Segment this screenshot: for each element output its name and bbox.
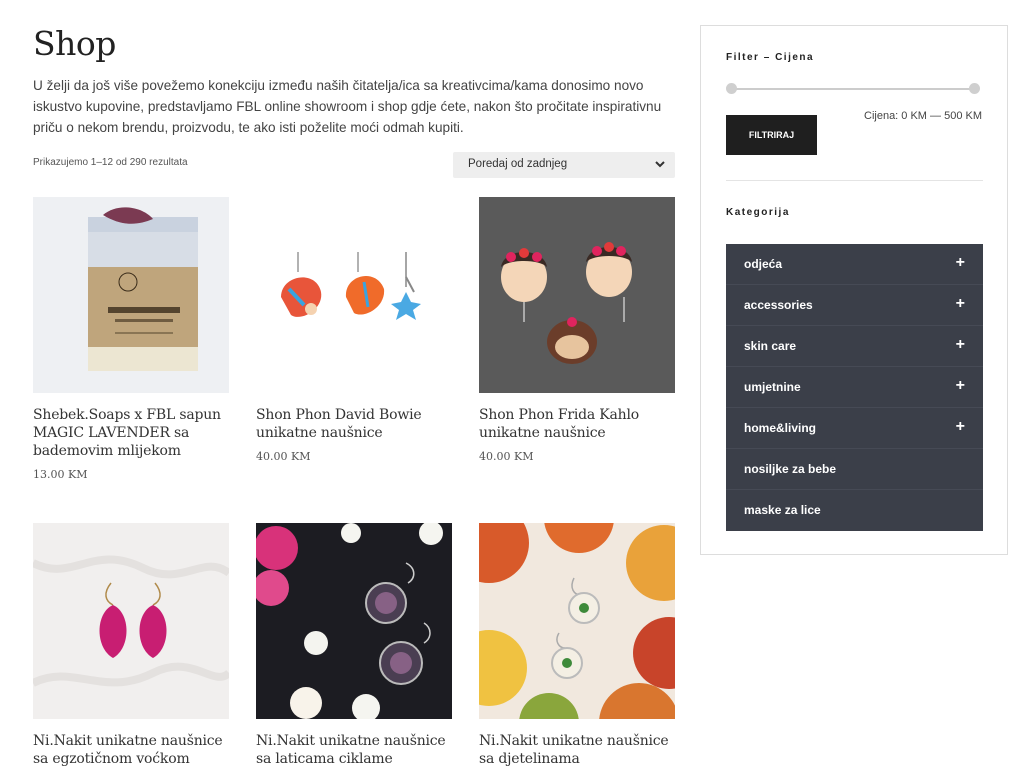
shop-sidebar: Filter – Cijena FILTRIRAJ Cijena: 0 KM —…: [700, 25, 1008, 555]
shop-intro-text: U želji da još više povežemo konekciju i…: [33, 78, 662, 135]
category-list: odjeća + accessories + skin care + umjet…: [726, 244, 983, 531]
frida-earrings-image[interactable]: [479, 197, 675, 393]
product-name[interactable]: Ni.Nakit unikatne naušnice sa djetelinam…: [479, 732, 675, 768]
category-item-odjeca[interactable]: odjeća +: [726, 244, 983, 285]
expand-plus-icon[interactable]: +: [956, 378, 965, 394]
category-item-nosiljke[interactable]: nosiljke za bebe: [726, 449, 983, 490]
chevron-down-icon: [655, 161, 665, 168]
product-card[interactable]: Ni.Nakit unikatne naušnice sa laticama c…: [256, 523, 452, 768]
category-item-skin-care[interactable]: skin care +: [726, 326, 983, 367]
expand-plus-icon[interactable]: +: [956, 296, 965, 312]
bowie-earrings-image[interactable]: [256, 197, 452, 393]
shop-toolbar: Prikazujemo 1–12 od 290 rezultata Poreda…: [33, 152, 675, 178]
filter-button[interactable]: FILTRIRAJ: [726, 115, 817, 155]
ordering-selected-value: Poredaj od zadnjeg: [468, 158, 568, 170]
fruit-earrings-image[interactable]: [33, 523, 229, 719]
petal-earrings-image[interactable]: [256, 523, 452, 719]
product-card[interactable]: Ni.Nakit unikatne naušnice sa djetelinam…: [479, 523, 675, 768]
category-item-home-living[interactable]: home&living +: [726, 408, 983, 449]
product-card[interactable]: Shon Phon Frida Kahlo unikatne naušnice …: [479, 197, 675, 463]
expand-plus-icon[interactable]: +: [956, 255, 965, 271]
product-name[interactable]: Ni.Nakit unikatne naušnice sa laticama c…: [256, 732, 452, 768]
product-card[interactable]: Shon Phon David Bowie unikatne naušnice …: [256, 197, 452, 463]
price-range-label: Cijena: 0 KM — 500 KM: [864, 110, 982, 122]
product-card[interactable]: Ni.Nakit unikatne naušnice sa egzotičnom…: [33, 523, 229, 768]
category-label: maske za lice: [744, 503, 821, 517]
category-item-maske[interactable]: maske za lice: [726, 490, 983, 531]
category-label: home&living: [744, 421, 817, 435]
widget-divider: [726, 180, 983, 181]
category-label: accessories: [744, 298, 813, 312]
price-slider-track[interactable]: [731, 88, 975, 90]
product-price: 40.00 KM: [256, 450, 311, 463]
clover-earrings-image[interactable]: [479, 523, 675, 719]
product-card[interactable]: Shebek.Soaps x FBL sapun MAGIC LAVENDER …: [33, 197, 229, 481]
ordering-select[interactable]: Poredaj od zadnjeg: [453, 152, 675, 178]
result-count: Prikazujemo 1–12 od 290 rezultata: [33, 157, 188, 168]
soap-product-image[interactable]: [33, 197, 229, 393]
category-title: Kategorija: [726, 207, 790, 218]
category-label: odjeća: [744, 257, 783, 271]
expand-plus-icon[interactable]: +: [956, 419, 965, 435]
product-name[interactable]: Shon Phon Frida Kahlo unikatne naušnice: [479, 406, 675, 442]
price-slider-min-handle[interactable]: [726, 83, 737, 94]
product-name[interactable]: Shebek.Soaps x FBL sapun MAGIC LAVENDER …: [33, 406, 229, 460]
category-label: umjetnine: [744, 380, 801, 394]
product-name[interactable]: Ni.Nakit unikatne naušnice sa egzotičnom…: [33, 732, 229, 768]
product-name[interactable]: Shon Phon David Bowie unikatne naušnice: [256, 406, 452, 442]
price-filter-title: Filter – Cijena: [726, 52, 815, 63]
category-item-accessories[interactable]: accessories +: [726, 285, 983, 326]
product-price: 13.00 KM: [33, 468, 88, 481]
expand-plus-icon[interactable]: +: [956, 337, 965, 353]
category-label: skin care: [744, 339, 797, 353]
product-price: 40.00 KM: [479, 450, 534, 463]
page-title: Shop: [33, 24, 116, 63]
category-label: nosiljke za bebe: [744, 462, 837, 476]
shop-main: Shop U želji da još više povežemo konekc…: [33, 24, 675, 178]
price-slider-max-handle[interactable]: [969, 83, 980, 94]
category-item-umjetnine[interactable]: umjetnine +: [726, 367, 983, 408]
